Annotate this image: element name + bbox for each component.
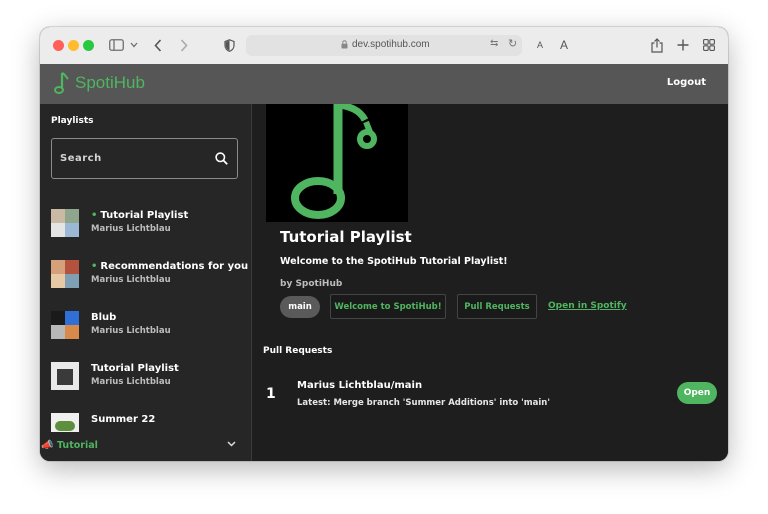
reload-icon[interactable]: ↻ xyxy=(508,37,517,50)
url-text: dev.spotihub.com xyxy=(352,39,430,50)
current-playlist-footer[interactable]: 📣 Tutorial xyxy=(40,432,250,461)
playlist-title: • Recommendations for you xyxy=(91,261,249,272)
back-icon[interactable] xyxy=(152,36,164,54)
status-badge: Open xyxy=(677,382,717,404)
playlist-owner: Marius Lichtblau xyxy=(91,326,171,336)
new-indicator-dot: • xyxy=(91,210,98,221)
sidebar-item-recommendations[interactable]: • Recommendations for you Marius Lichtbla… xyxy=(51,260,248,290)
music-note-logo-icon xyxy=(54,72,69,94)
playlist-owner: Marius Lichtblau xyxy=(91,275,171,285)
search-icon[interactable] xyxy=(215,152,228,165)
open-in-spotify-link[interactable]: Open in Spotify xyxy=(548,301,627,311)
welcome-button[interactable]: Welcome to SpotiHub! xyxy=(330,294,446,319)
translate-icon[interactable]: ⇆ xyxy=(490,38,498,49)
playlist-sidebar: Playlists Search • Tutorial Playlist Mari… xyxy=(40,104,252,461)
chevron-down-icon[interactable] xyxy=(129,36,139,54)
pull-request-row[interactable]: 1 Marius Lichtblau/main Latest: Merge br… xyxy=(252,368,728,420)
close-window-button[interactable] xyxy=(53,40,64,51)
playlist-title: • Tutorial Playlist xyxy=(91,210,189,221)
new-indicator-dot: • xyxy=(91,261,98,272)
playlist-cover-image xyxy=(51,311,79,339)
sidebar-item-tutorial-playlist[interactable]: • Tutorial Playlist Marius Lichtblau xyxy=(51,209,241,239)
playlist-title: Tutorial Playlist xyxy=(280,228,412,246)
address-bar[interactable]: dev.spotihub.com ⇆ ↻ xyxy=(246,35,522,56)
pull-requests-button[interactable]: Pull Requests xyxy=(457,294,537,319)
sidebar-item-tutorial-playlist-2[interactable]: Tutorial Playlist Marius Lichtblau xyxy=(51,362,241,392)
playlist-cover-image xyxy=(51,362,79,390)
new-tab-icon[interactable] xyxy=(676,36,690,54)
text-larger-button[interactable]: A xyxy=(558,36,570,54)
playlist-description: Welcome to the SpotiHub Tutorial Playlis… xyxy=(280,256,508,267)
pull-request-title: Marius Lichtblau/main xyxy=(297,380,423,391)
playlist-title: Blub xyxy=(91,312,117,323)
playlist-cover-image xyxy=(51,209,79,237)
playlist-cover-image xyxy=(51,260,79,288)
browser-window: dev.spotihub.com ⇆ ↻ A A SpotiHub Logout… xyxy=(40,27,728,461)
pull-request-number: 1 xyxy=(266,386,276,402)
search-placeholder: Search xyxy=(60,153,102,164)
playlist-owner: Marius Lichtblau xyxy=(91,377,171,387)
sidebar-heading: Playlists xyxy=(51,116,94,126)
app-header: SpotiHub Logout xyxy=(40,64,728,104)
search-input[interactable]: Search xyxy=(51,138,238,179)
text-smaller-button[interactable]: A xyxy=(535,36,545,54)
share-icon[interactable] xyxy=(650,36,664,54)
minimize-window-button[interactable] xyxy=(68,40,79,51)
pull-request-latest-commit: Latest: Merge branch 'Summer Additions' … xyxy=(297,398,550,408)
music-note-icon xyxy=(291,104,377,219)
tab-overview-icon[interactable] xyxy=(702,36,716,54)
pull-requests-heading: Pull Requests xyxy=(263,346,333,356)
current-playlist-label: Tutorial xyxy=(57,440,98,451)
sidebar-toggle-icon[interactable] xyxy=(108,36,124,54)
branch-selector[interactable]: main xyxy=(280,296,320,318)
zoom-window-button[interactable] xyxy=(83,40,94,51)
app-logo-text[interactable]: SpotiHub xyxy=(75,73,145,93)
playlist-title: Summer 22 xyxy=(91,414,156,425)
sidebar-item-blub[interactable]: Blub Marius Lichtblau xyxy=(51,311,241,341)
playlist-main: Tutorial Playlist Welcome to the SpotiHu… xyxy=(252,104,728,461)
megaphone-icon: 📣 xyxy=(41,440,54,451)
forward-icon[interactable] xyxy=(178,36,190,54)
chevron-down-icon[interactable] xyxy=(227,441,236,447)
playlist-cover-image xyxy=(266,104,408,222)
playlist-author: by SpotiHub xyxy=(280,279,343,289)
privacy-shield-icon[interactable] xyxy=(223,36,235,54)
logout-button[interactable]: Logout xyxy=(667,77,706,88)
lock-icon xyxy=(341,40,348,49)
playlist-owner: Marius Lichtblau xyxy=(91,224,171,234)
playlist-title: Tutorial Playlist xyxy=(91,363,179,374)
browser-toolbar: dev.spotihub.com ⇆ ↻ A A xyxy=(40,27,728,65)
